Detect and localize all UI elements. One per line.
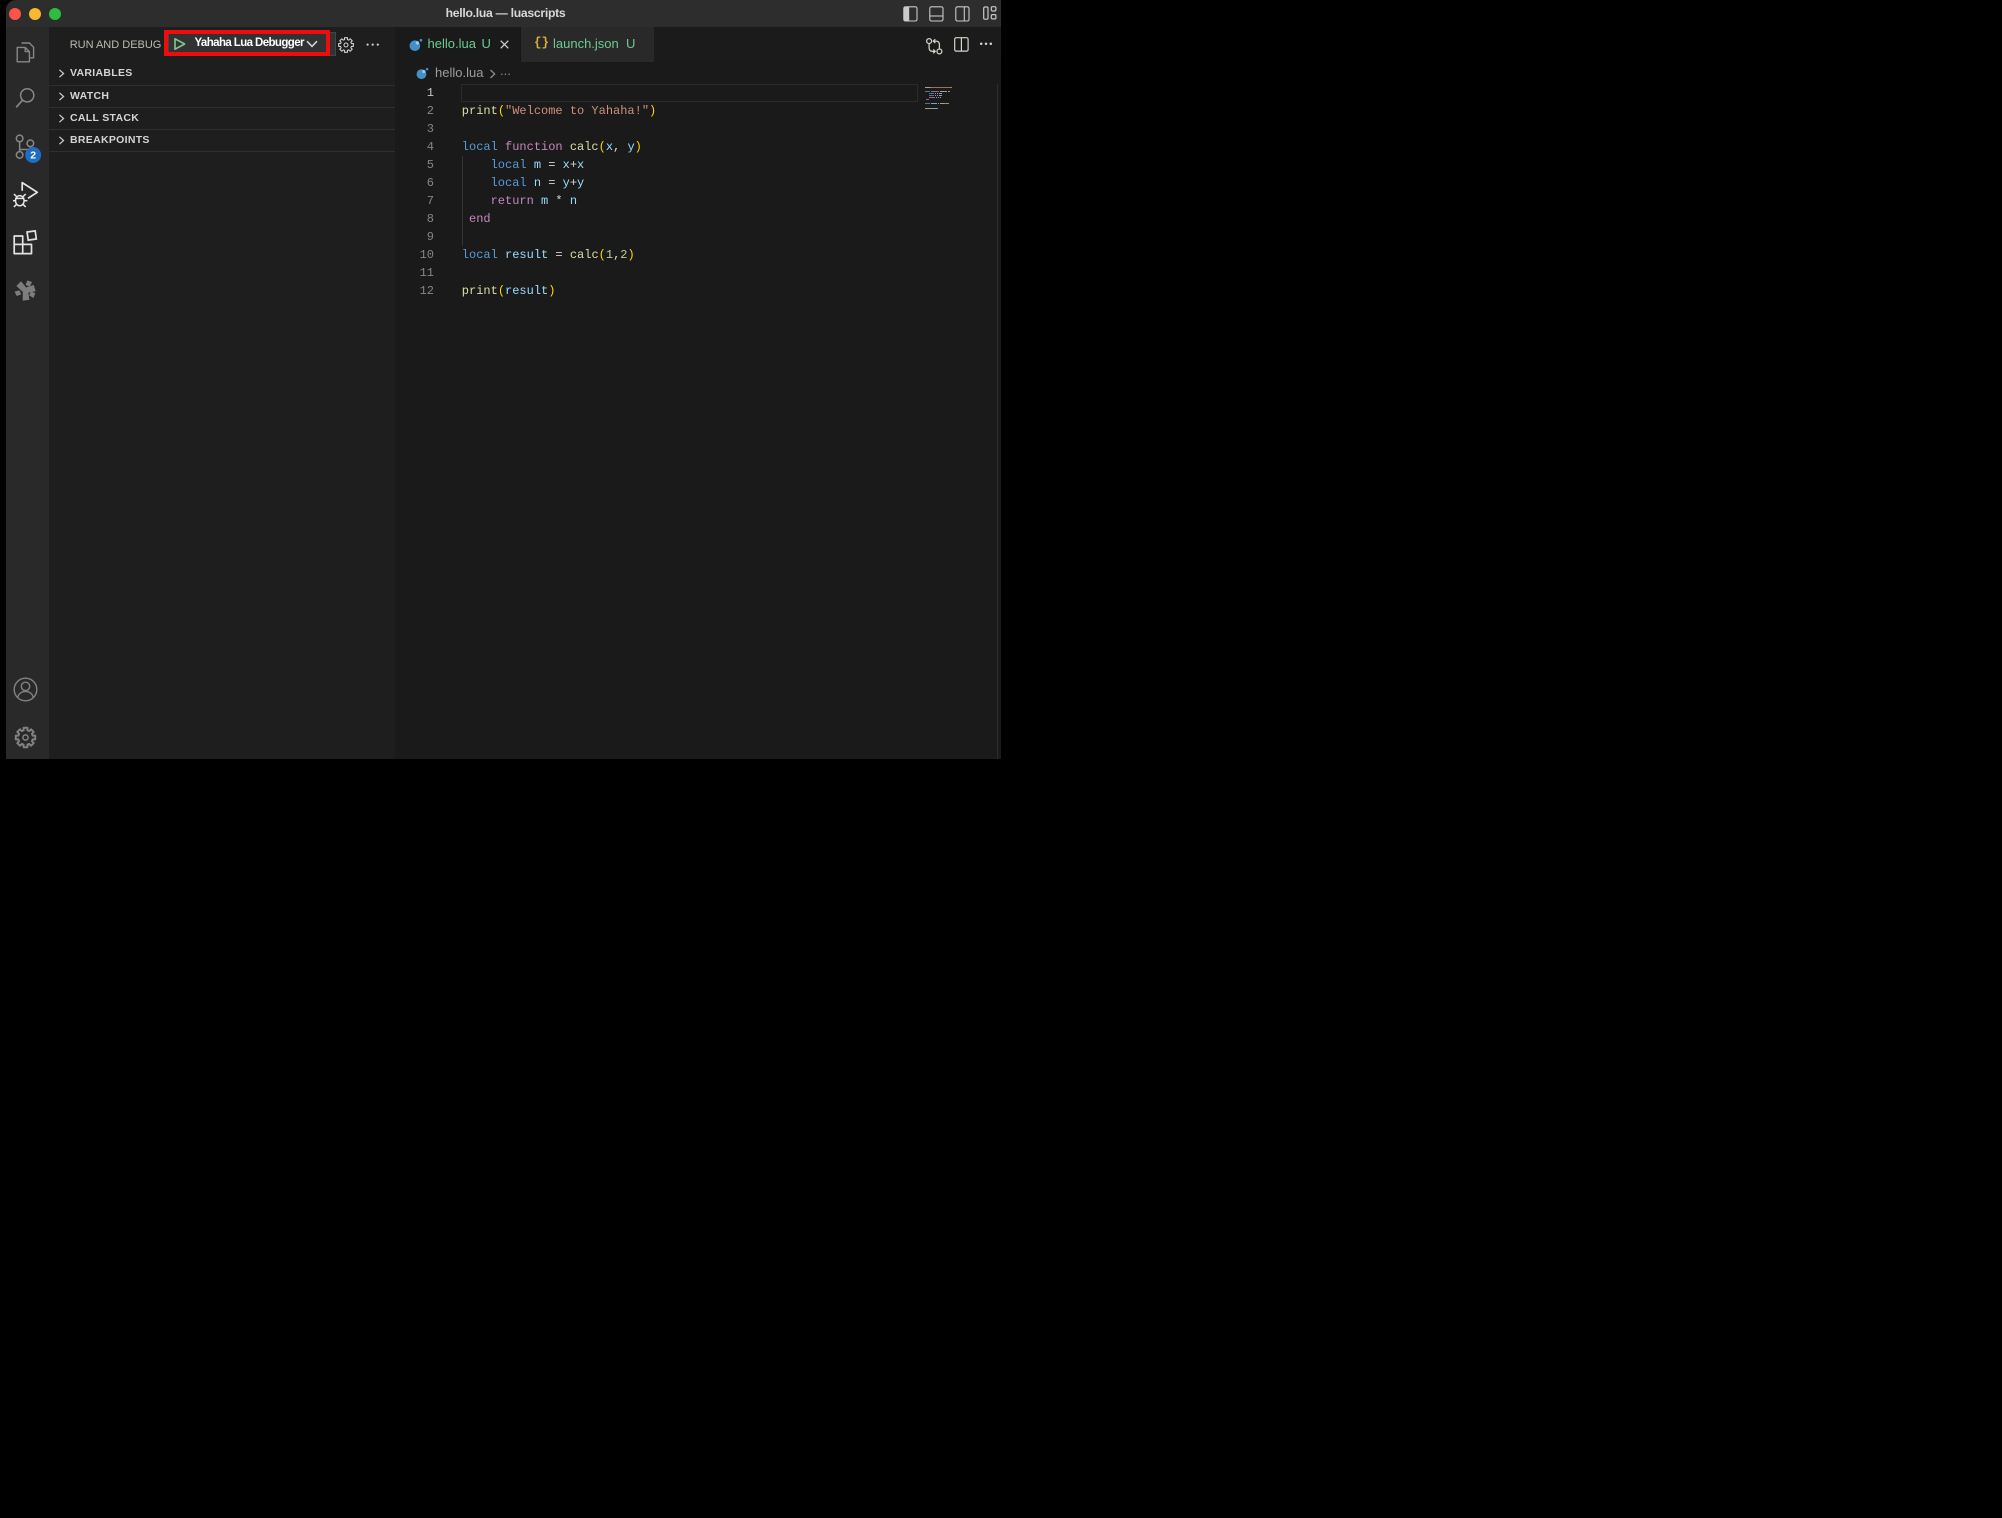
svg-text:2: 2 [30,150,36,162]
